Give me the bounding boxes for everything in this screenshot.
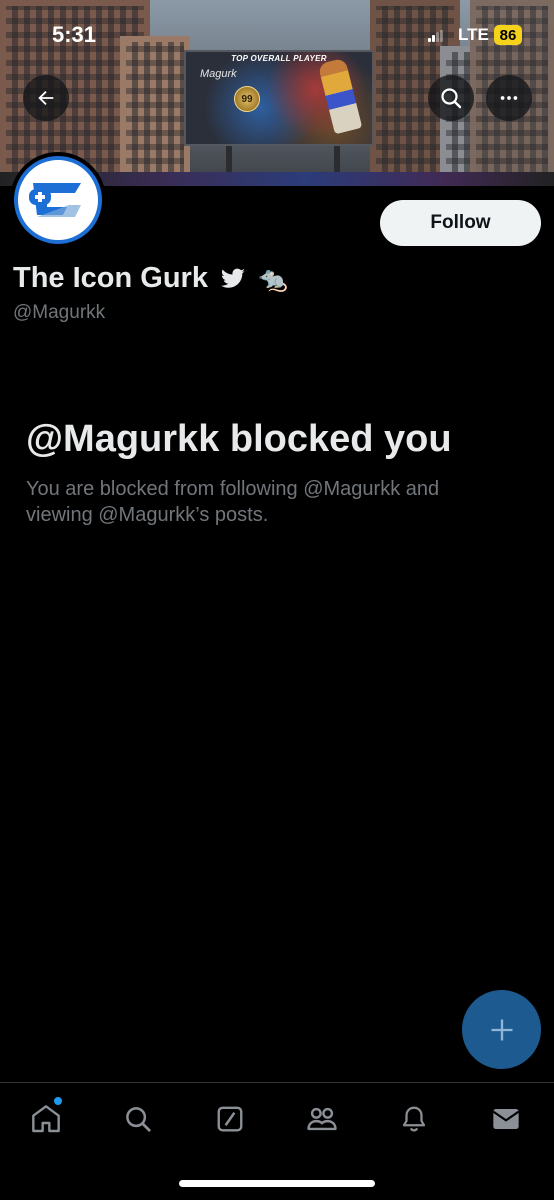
notifications-icon — [402, 1106, 426, 1132]
back-button[interactable] — [23, 75, 69, 121]
profile-handle: @Magurkk — [13, 302, 106, 323]
blocked-message: You are blocked from following @Magurkk … — [26, 478, 440, 526]
status-time: 5:31 — [52, 22, 97, 47]
plus-icon — [491, 1019, 512, 1040]
more-horizontal-icon — [500, 96, 518, 100]
status-bar: 5:31 LTE 86 — [0, 0, 554, 70]
nav-search[interactable] — [116, 1097, 160, 1141]
search-button[interactable] — [428, 75, 474, 121]
game-controller-logo-icon — [29, 183, 81, 217]
bird-icon — [220, 268, 245, 288]
rat-emoji: 🐀 — [257, 264, 288, 293]
profile-display-name: The Icon Gurk 🐀 — [13, 262, 288, 295]
communities-icon — [307, 1107, 337, 1131]
nav-notifications[interactable] — [392, 1097, 436, 1141]
display-name-text: The Icon Gurk — [13, 262, 208, 294]
signal-icon — [428, 30, 444, 42]
follow-button[interactable]: Follow — [380, 200, 541, 246]
more-button[interactable] — [486, 75, 532, 121]
nav-grok[interactable] — [208, 1097, 252, 1141]
nav-messages[interactable] — [484, 1097, 528, 1141]
compose-button[interactable] — [462, 990, 541, 1069]
search-icon — [441, 88, 462, 109]
battery-level: 86 — [499, 26, 517, 44]
blocked-title: @Magurkk blocked you — [26, 418, 452, 460]
battery-icon: 86 — [494, 25, 522, 45]
nav-home[interactable] — [24, 1097, 68, 1141]
avatar-image — [14, 156, 102, 244]
home-notification-dot — [54, 1097, 62, 1105]
nav-communities[interactable] — [300, 1097, 344, 1141]
home-icon — [32, 1105, 60, 1133]
messages-icon — [492, 1109, 520, 1129]
grok-icon — [217, 1106, 243, 1132]
avatar[interactable] — [10, 152, 106, 248]
home-indicator[interactable] — [179, 1180, 375, 1187]
arrow-left-icon — [38, 90, 54, 106]
network-type: LTE — [458, 25, 489, 44]
search-icon — [126, 1107, 151, 1132]
billboard-rating-badge: 99 — [234, 86, 260, 112]
